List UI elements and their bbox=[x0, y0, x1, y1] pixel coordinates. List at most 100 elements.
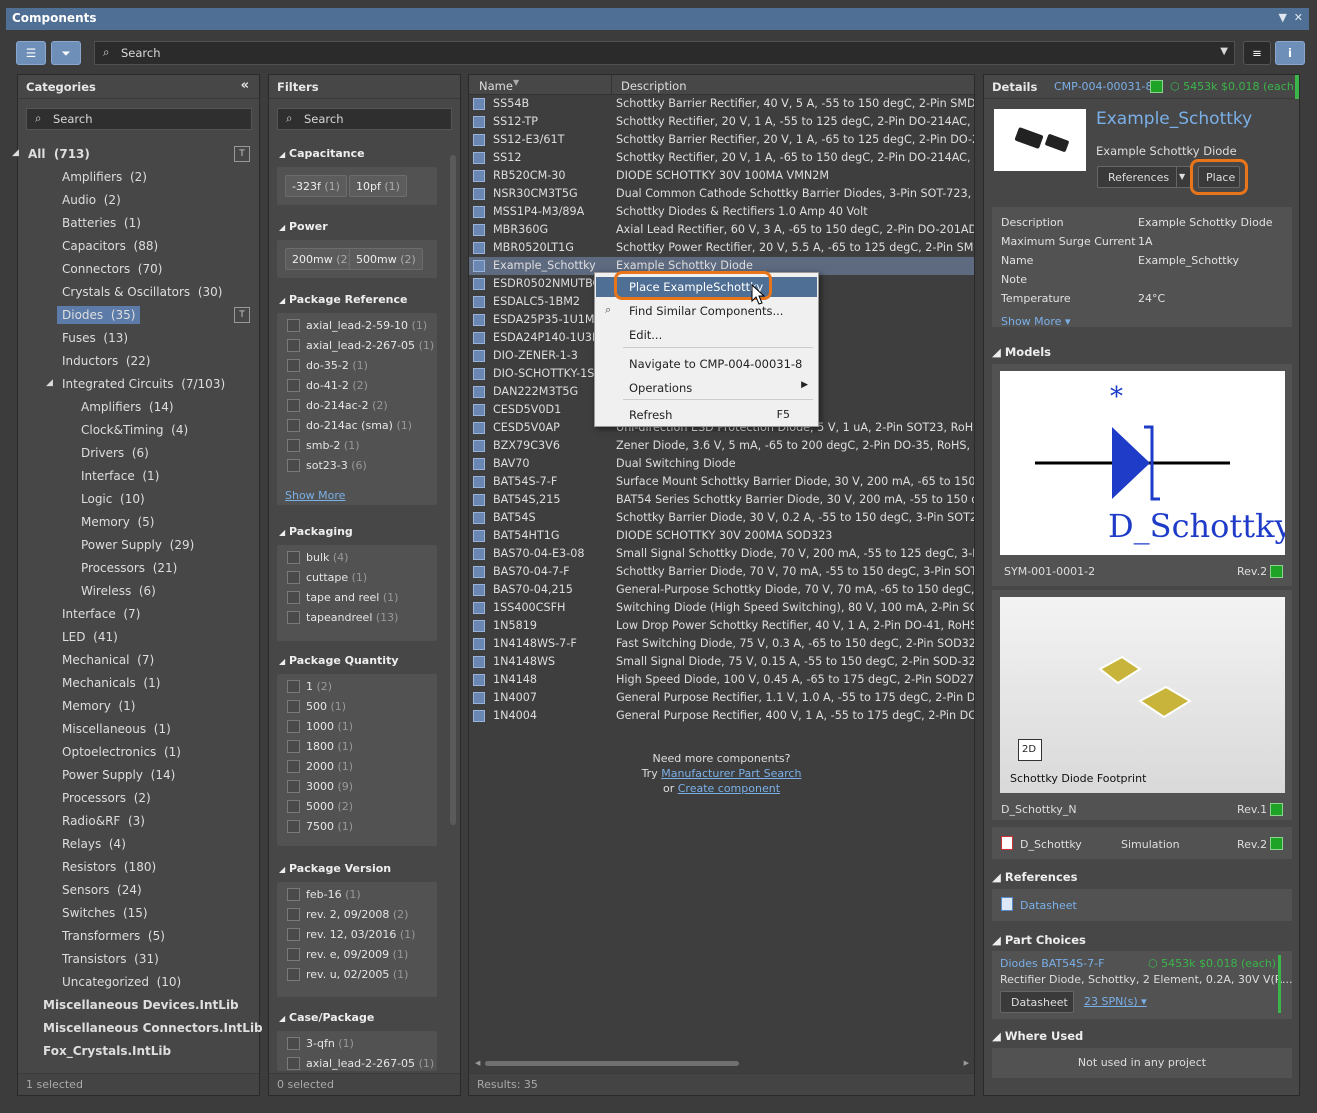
filter-group-title[interactable]: ◢ Packaging bbox=[279, 525, 353, 538]
category-item[interactable]: Mechanical (7) bbox=[62, 653, 154, 667]
filter-checkbox[interactable]: 500 (1) bbox=[287, 700, 346, 713]
category-item[interactable]: Drivers (6) bbox=[81, 446, 149, 460]
filter-checkbox[interactable]: 7500 (1) bbox=[287, 820, 353, 833]
create-component-link[interactable]: Create component bbox=[678, 782, 780, 795]
filter-checkbox[interactable]: do-214ac-2 (2) bbox=[287, 399, 388, 412]
category-item[interactable]: ◢ All (713) bbox=[12, 147, 90, 161]
component-id-link[interactable]: CMP-004-00031-8 bbox=[1054, 80, 1152, 93]
filter-group-title[interactable]: ◢ Case/Package bbox=[279, 1011, 374, 1024]
expand-arrow-icon[interactable]: ◢ bbox=[12, 148, 19, 158]
component-row[interactable]: BZX79C3V6 Zener Diode, 3.6 V, 5 mA, -65 t… bbox=[469, 437, 974, 455]
menu-refresh[interactable]: Refresh bbox=[629, 408, 672, 422]
category-item[interactable]: Relays (4) bbox=[62, 837, 126, 851]
category-item[interactable]: Amplifiers (14) bbox=[81, 400, 174, 414]
references-dropdown-icon[interactable]: ▼ bbox=[1176, 166, 1191, 188]
category-filter-icon[interactable]: T bbox=[234, 146, 250, 162]
filter-checkbox[interactable]: rev. 12, 03/2016 (1) bbox=[287, 928, 415, 941]
category-item[interactable]: Memory (1) bbox=[62, 699, 135, 713]
chevron-down-icon[interactable]: ▼ bbox=[1220, 46, 1228, 57]
component-row[interactable]: BAT54HT1G DIODE SCHOTTKY 30V 200MA SOD323 bbox=[469, 527, 974, 545]
filter-checkbox[interactable]: smb-2 (1) bbox=[287, 439, 360, 452]
filter-group-title[interactable]: ◢ Package Version bbox=[279, 862, 391, 875]
component-row[interactable]: MSS1P4-M3/89A Schottky Diodes & Rectifier… bbox=[469, 203, 974, 221]
category-item[interactable]: Audio (2) bbox=[62, 193, 121, 207]
filter-checkbox[interactable]: do-41-2 (2) bbox=[287, 379, 368, 392]
category-item[interactable]: Interface (1) bbox=[81, 469, 159, 483]
part-choice-name[interactable]: Diodes BAT54S-7-F bbox=[1000, 957, 1104, 970]
component-row[interactable]: 1N4004 General Purpose Rectifier, 400 V, … bbox=[469, 707, 974, 725]
component-row[interactable]: SS12-E3/61T Schottky Barrier Rectifier, 2… bbox=[469, 131, 974, 149]
category-item[interactable]: Interface (7) bbox=[62, 607, 140, 621]
info-button[interactable]: i bbox=[1275, 41, 1305, 65]
category-filter-icon[interactable]: T bbox=[234, 307, 250, 323]
spn-link[interactable]: 23 SPN(s) ▾ bbox=[1084, 995, 1147, 1008]
scroll-right-icon[interactable]: ▶ bbox=[964, 1059, 969, 1067]
filter-checkbox[interactable]: 2000 (1) bbox=[287, 760, 353, 773]
component-row[interactable]: BAT54S,215 BAT54 Series Schottky Barrier … bbox=[469, 491, 974, 509]
filter-checkbox[interactable]: rev. u, 02/2005 (1) bbox=[287, 968, 408, 981]
filter-chip[interactable]: 10pf (1) bbox=[349, 175, 407, 197]
category-item[interactable]: Uncategorized (10) bbox=[62, 975, 181, 989]
component-row[interactable]: BAV70 Dual Switching Diode bbox=[469, 455, 974, 473]
filter-checkbox[interactable]: axial_lead-2-59-10 (1) bbox=[287, 319, 427, 332]
component-row[interactable]: BAS70-04-7-F Schottky Barrier Diode, 70 V… bbox=[469, 563, 974, 581]
component-row[interactable]: 1N5819 Low Drop Power Schottky Rectifier,… bbox=[469, 617, 974, 635]
library-item[interactable]: Miscellaneous Connectors.IntLib bbox=[43, 1021, 263, 1035]
scroll-thumb[interactable] bbox=[485, 1061, 739, 1066]
expand-arrow-icon[interactable]: ◢ bbox=[46, 378, 53, 388]
filter-checkbox[interactable]: cuttape (1) bbox=[287, 571, 367, 584]
category-item[interactable]: Processors (2) bbox=[62, 791, 151, 805]
filter-group-title[interactable]: ◢ Power bbox=[279, 220, 328, 233]
filter-checkbox[interactable]: 3000 (9) bbox=[287, 780, 353, 793]
filter-checkbox[interactable]: rev. e, 09/2009 (1) bbox=[287, 948, 408, 961]
filter-checkbox[interactable]: 1 (2) bbox=[287, 680, 332, 693]
filters-search[interactable]: ⌕ Search bbox=[277, 108, 452, 130]
category-item[interactable]: Memory (5) bbox=[81, 515, 154, 529]
category-item[interactable]: LED (41) bbox=[62, 630, 118, 644]
horizontal-scrollbar[interactable]: ◀ ▶ bbox=[475, 1059, 969, 1069]
list-view-button[interactable]: ☰ bbox=[16, 41, 46, 65]
filter-checkbox[interactable]: do-214ac (sma) (1) bbox=[287, 419, 412, 432]
category-item[interactable]: Fuses (13) bbox=[62, 331, 128, 345]
component-row[interactable]: MBR0520LT1G Schottky Power Rectifier, 20 … bbox=[469, 239, 974, 257]
col-desc-header[interactable]: Description bbox=[621, 79, 687, 93]
component-row[interactable]: 1N4148WS-7-F Fast Switching Diode, 75 V, … bbox=[469, 635, 974, 653]
search-input[interactable]: ⌕ Search ▼ bbox=[94, 41, 1235, 65]
component-row[interactable]: MBR360G Axial Lead Rectifier, 60 V, 3 A, … bbox=[469, 221, 974, 239]
filter-checkbox[interactable]: 1000 (1) bbox=[287, 720, 353, 733]
filter-checkbox[interactable]: sot23-3 (6) bbox=[287, 459, 367, 472]
filter-chip[interactable]: 200mw (2) bbox=[285, 248, 359, 270]
category-item[interactable]: Logic (10) bbox=[81, 492, 145, 506]
component-row[interactable]: 1SS400CSFH Switching Diode (High Speed Sw… bbox=[469, 599, 974, 617]
component-row[interactable]: SS12-TP Schottky Rectifier, 20 V, 1 A, -5… bbox=[469, 113, 974, 131]
category-item[interactable]: Amplifiers (2) bbox=[62, 170, 147, 184]
datasheet-link[interactable]: Datasheet bbox=[1020, 899, 1077, 912]
menu-navigate[interactable]: Navigate to CMP-004-00031-8 bbox=[629, 357, 802, 371]
filter-checkbox[interactable]: 3-qfn (1) bbox=[287, 1037, 354, 1050]
scroll-left-icon[interactable]: ◀ bbox=[475, 1059, 480, 1067]
category-item[interactable]: Resistors (180) bbox=[62, 860, 156, 874]
category-item[interactable]: Radio&RF (3) bbox=[62, 814, 145, 828]
filter-toggle-button[interactable]: ⏷ bbox=[51, 41, 81, 65]
categories-search[interactable]: ⌕ Search bbox=[26, 108, 252, 130]
filter-checkbox[interactable]: tapeandreel (13) bbox=[287, 611, 398, 624]
filter-checkbox[interactable]: feb-16 (1) bbox=[287, 888, 361, 901]
category-item[interactable]: Miscellaneous (1) bbox=[62, 722, 171, 736]
2d-badge[interactable]: 2D bbox=[1018, 739, 1042, 761]
component-row[interactable]: RB520CM-30 DIODE SCHOTTKY 30V 100MA VMN2M bbox=[469, 167, 974, 185]
component-row[interactable]: 1N4007 General Purpose Rectifier, 1.1 V, … bbox=[469, 689, 974, 707]
category-item[interactable]: Optoelectronics (1) bbox=[62, 745, 181, 759]
component-row[interactable]: BAS70-04,215 General-Purpose Schottky Dio… bbox=[469, 581, 974, 599]
component-row[interactable]: SS12 Schottky Rectifier, 20 V, 1 A, -65 t… bbox=[469, 149, 974, 167]
show-more-link[interactable]: Show More ▾ bbox=[1001, 315, 1070, 328]
component-row[interactable]: 1N4148WS Small Signal Diode, 75 V, 0.15 A… bbox=[469, 653, 974, 671]
category-item[interactable]: Processors (21) bbox=[81, 561, 177, 575]
filter-group-title[interactable]: ◢ Package Reference bbox=[279, 293, 408, 306]
filter-group-title[interactable]: ◢ Capacitance bbox=[279, 147, 365, 160]
filter-checkbox[interactable]: do-35-2 (1) bbox=[287, 359, 368, 372]
component-row[interactable]: BAS70-04-E3-08 Small Signal Schottky Diod… bbox=[469, 545, 974, 563]
menu-button[interactable]: ≡ bbox=[1243, 41, 1271, 65]
category-item[interactable]: Mechanicals (1) bbox=[62, 676, 160, 690]
category-item[interactable]: Power Supply (29) bbox=[81, 538, 194, 552]
library-item[interactable]: Fox_Crystals.IntLib bbox=[43, 1044, 171, 1058]
